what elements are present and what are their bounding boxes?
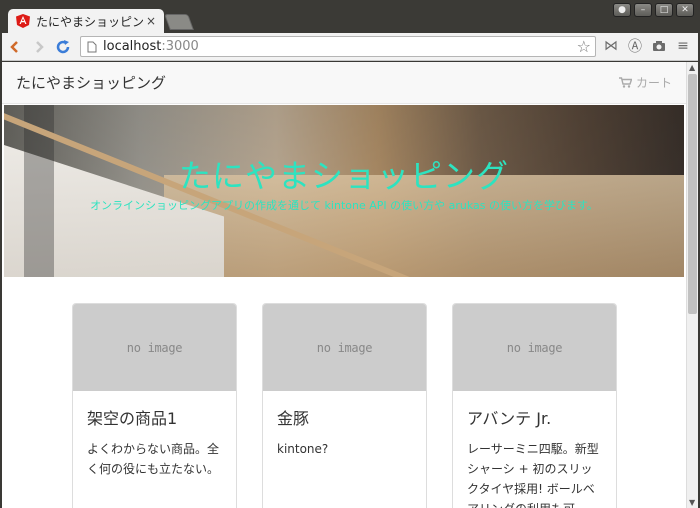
- angular-icon: [16, 14, 30, 28]
- address-bar[interactable]: localhost:3000 ☆: [80, 36, 596, 57]
- forward-arrow-icon: [36, 40, 44, 53]
- hero-title: たにやまショッピング: [178, 157, 509, 195]
- page-scrollbar[interactable]: ▲ ▼: [686, 62, 698, 508]
- product-list: no image 架空の商品1 よくわからない商品。全く何の役にも立たない。 n…: [72, 303, 617, 508]
- product-card[interactable]: no image 架空の商品1 よくわからない商品。全く何の役にも立たない。: [72, 303, 237, 508]
- reload-icon: [56, 39, 70, 53]
- product-image-placeholder: no image: [263, 304, 426, 391]
- user-icon[interactable]: ●: [613, 3, 631, 17]
- angular-extension-icon[interactable]: Ⓐ: [626, 37, 644, 55]
- reload-button[interactable]: [52, 36, 74, 58]
- cart-label: カート: [635, 76, 672, 90]
- no-image-label: no image: [506, 340, 563, 355]
- product-description: よくわからない商品。全く何の役にも立たない。: [87, 442, 220, 476]
- site-brand[interactable]: たにやまショッピング: [16, 72, 166, 93]
- tab-close-icon[interactable]: ×: [144, 14, 158, 28]
- product-description: レーサーミニ四駆。新型シャーシ + 初のスリックタイヤ採用! ボールベアリングの…: [467, 442, 599, 508]
- url-host: localhost: [103, 39, 162, 54]
- close-window-icon[interactable]: ✕: [676, 3, 694, 17]
- new-tab-button[interactable]: [164, 14, 194, 30]
- menu-icon[interactable]: ≡: [674, 37, 692, 55]
- page-icon: [87, 41, 97, 52]
- scroll-down-icon[interactable]: ▼: [689, 498, 695, 507]
- tab-title: たにやまショッピング: [36, 14, 144, 29]
- product-name: アバンテ Jr.: [467, 409, 552, 428]
- scroll-up-icon[interactable]: ▲: [689, 63, 695, 72]
- no-image-label: no image: [126, 340, 183, 355]
- cart-icon: [618, 77, 632, 88]
- back-arrow-icon: [10, 40, 18, 53]
- product-name: 金豚: [277, 409, 310, 428]
- product-description: kintone?: [277, 442, 329, 456]
- window-controls: ● – □ ✕: [613, 3, 694, 17]
- product-name: 架空の商品1: [87, 409, 178, 428]
- hero-banner: たにやまショッピング オンラインショッピングアプリの作成を通じて kintone…: [4, 105, 684, 277]
- page-viewport: たにやまショッピング カート たにやまショッピング オンラインショッピングアプリ…: [2, 62, 686, 508]
- cart-link[interactable]: カート: [618, 74, 672, 91]
- back-button[interactable]: [4, 36, 26, 58]
- product-card[interactable]: no image 金豚 kintone?: [262, 303, 427, 508]
- extension-icon[interactable]: ⋈: [602, 37, 620, 55]
- tab-strip: たにやまショッピング × ● – □ ✕: [0, 0, 700, 33]
- url-port: :3000: [161, 39, 199, 54]
- camera-icon[interactable]: [650, 37, 668, 55]
- hero-subtitle: オンラインショッピングアプリの作成を通じて kintone API の使い方や …: [90, 199, 598, 212]
- product-image-placeholder: no image: [453, 304, 616, 391]
- bookmark-star-icon[interactable]: ☆: [577, 38, 591, 56]
- forward-button[interactable]: [28, 36, 50, 58]
- product-image-placeholder: no image: [73, 304, 236, 391]
- browser-toolbar: localhost:3000 ☆ ⋈ Ⓐ ≡: [2, 33, 698, 61]
- no-image-label: no image: [316, 340, 373, 355]
- site-navbar: たにやまショッピング カート: [2, 62, 686, 104]
- product-card[interactable]: no image アバンテ Jr. レーサーミニ四駆。新型シャーシ + 初のスリ…: [452, 303, 617, 508]
- extension-icons: ⋈ Ⓐ ≡: [602, 37, 692, 55]
- tab-active[interactable]: たにやまショッピング ×: [8, 9, 164, 33]
- scroll-thumb[interactable]: [688, 74, 697, 314]
- maximize-icon[interactable]: □: [655, 3, 673, 17]
- browser-window: たにやまショッピング × ● – □ ✕ localhost:3000 ☆ ⋈ …: [0, 0, 700, 508]
- minimize-icon[interactable]: –: [634, 3, 652, 17]
